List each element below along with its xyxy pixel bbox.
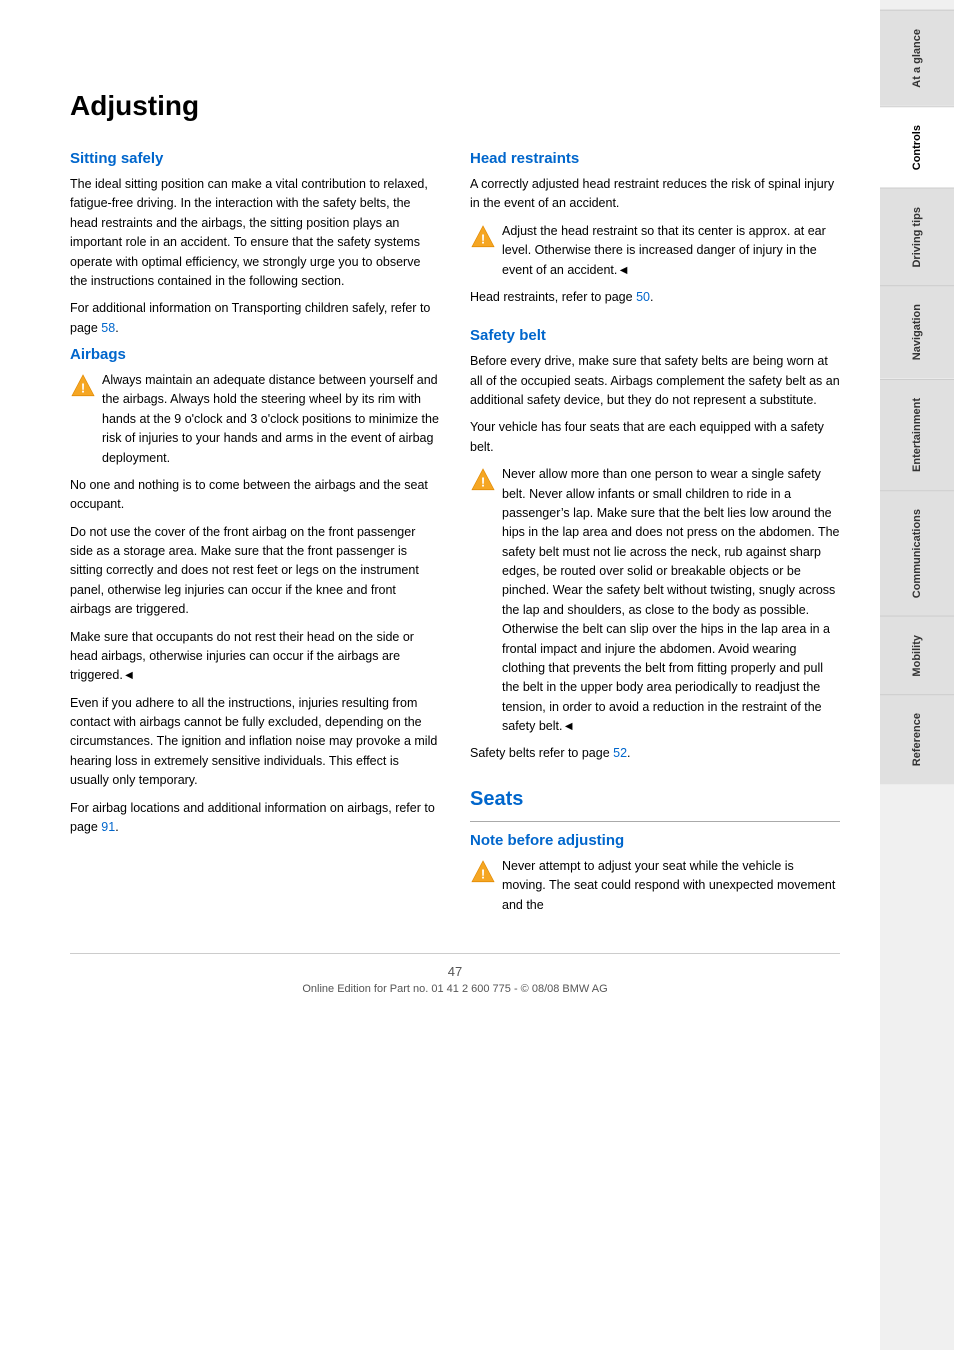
- safety-belt-intro: Before every drive, make sure that safet…: [470, 352, 840, 410]
- transporting-children-link[interactable]: 58: [101, 321, 115, 335]
- sitting-safely-heading: Sitting safely: [70, 150, 440, 167]
- transporting-children-ref: For additional information on Transporti…: [70, 299, 440, 338]
- page-footer: 47 Online Edition for Part no. 01 41 2 6…: [70, 953, 840, 995]
- sidebar-tab-at-a-glance[interactable]: At a glance: [880, 10, 954, 106]
- svg-text:!: !: [481, 866, 485, 881]
- head-restraints-intro: A correctly adjusted head restraint redu…: [470, 175, 840, 214]
- safety-belt-link[interactable]: 52: [613, 746, 627, 760]
- head-restraints-warning-text: Adjust the head restraint so that its ce…: [502, 222, 840, 280]
- safety-belt-text1: Your vehicle has four seats that are eac…: [470, 418, 840, 457]
- sidebar: At a glance Controls Driving tips Naviga…: [880, 0, 954, 1350]
- head-restraints-warning-block: ! Adjust the head restraint so that its …: [470, 222, 840, 280]
- left-column: Sitting safely The ideal sitting positio…: [70, 150, 440, 923]
- airbags-ref: For airbag locations and additional info…: [70, 799, 440, 838]
- safety-belt-ref: Safety belts refer to page 52.: [470, 744, 840, 763]
- airbags-text4: Even if you adhere to all the instructio…: [70, 694, 440, 791]
- warning-triangle-icon: !: [70, 373, 96, 399]
- warning-triangle-icon-4: !: [470, 859, 496, 885]
- safety-belt-heading: Safety belt: [470, 327, 840, 344]
- main-content: Adjusting Sitting safely The ideal sitti…: [0, 0, 880, 1350]
- sitting-safely-intro: The ideal sitting position can make a vi…: [70, 175, 440, 291]
- page-title: Adjusting: [70, 90, 840, 122]
- right-column: Head restraints A correctly adjusted hea…: [470, 150, 840, 923]
- note-before-adjusting-warning-text: Never attempt to adjust your seat while …: [502, 857, 840, 915]
- page-number: 47: [70, 964, 840, 979]
- head-restraints-ref: Head restraints, refer to page 50.: [470, 288, 840, 307]
- seats-heading: Seats: [470, 788, 840, 811]
- warning-triangle-icon-2: !: [470, 224, 496, 250]
- svg-text:!: !: [81, 381, 85, 396]
- sidebar-tab-communications[interactable]: Communications: [880, 490, 954, 616]
- two-column-layout: Sitting safely The ideal sitting positio…: [70, 150, 840, 923]
- sidebar-tab-controls[interactable]: Controls: [880, 106, 954, 188]
- airbags-text2: Do not use the cover of the front airbag…: [70, 523, 440, 620]
- sidebar-tab-navigation[interactable]: Navigation: [880, 285, 954, 378]
- airbags-warning-text: Always maintain an adequate distance bet…: [102, 371, 440, 468]
- seats-divider: [470, 821, 840, 822]
- footer-text: Online Edition for Part no. 01 41 2 600 …: [70, 983, 840, 995]
- svg-text:!: !: [481, 475, 485, 490]
- warning-triangle-icon-3: !: [470, 467, 496, 493]
- airbags-link[interactable]: 91: [101, 820, 115, 834]
- sidebar-tab-reference[interactable]: Reference: [880, 694, 954, 784]
- sidebar-tab-entertainment[interactable]: Entertainment: [880, 379, 954, 490]
- note-before-adjusting-warning-block: ! Never attempt to adjust your seat whil…: [470, 857, 840, 915]
- sidebar-tab-mobility[interactable]: Mobility: [880, 616, 954, 695]
- airbags-warning-block: ! Always maintain an adequate distance b…: [70, 371, 440, 468]
- safety-belt-warning-block: ! Never allow more than one person to we…: [470, 465, 840, 736]
- sidebar-tab-driving-tips[interactable]: Driving tips: [880, 188, 954, 286]
- safety-belt-warning-text: Never allow more than one person to wear…: [502, 465, 840, 736]
- head-restraints-link[interactable]: 50: [636, 290, 650, 304]
- svg-text:!: !: [481, 231, 485, 246]
- airbags-heading: Airbags: [70, 346, 440, 363]
- airbags-text1: No one and nothing is to come between th…: [70, 476, 440, 515]
- airbags-text3: Make sure that occupants do not rest the…: [70, 628, 440, 686]
- head-restraints-heading: Head restraints: [470, 150, 840, 167]
- note-before-adjusting-heading: Note before adjusting: [470, 832, 840, 849]
